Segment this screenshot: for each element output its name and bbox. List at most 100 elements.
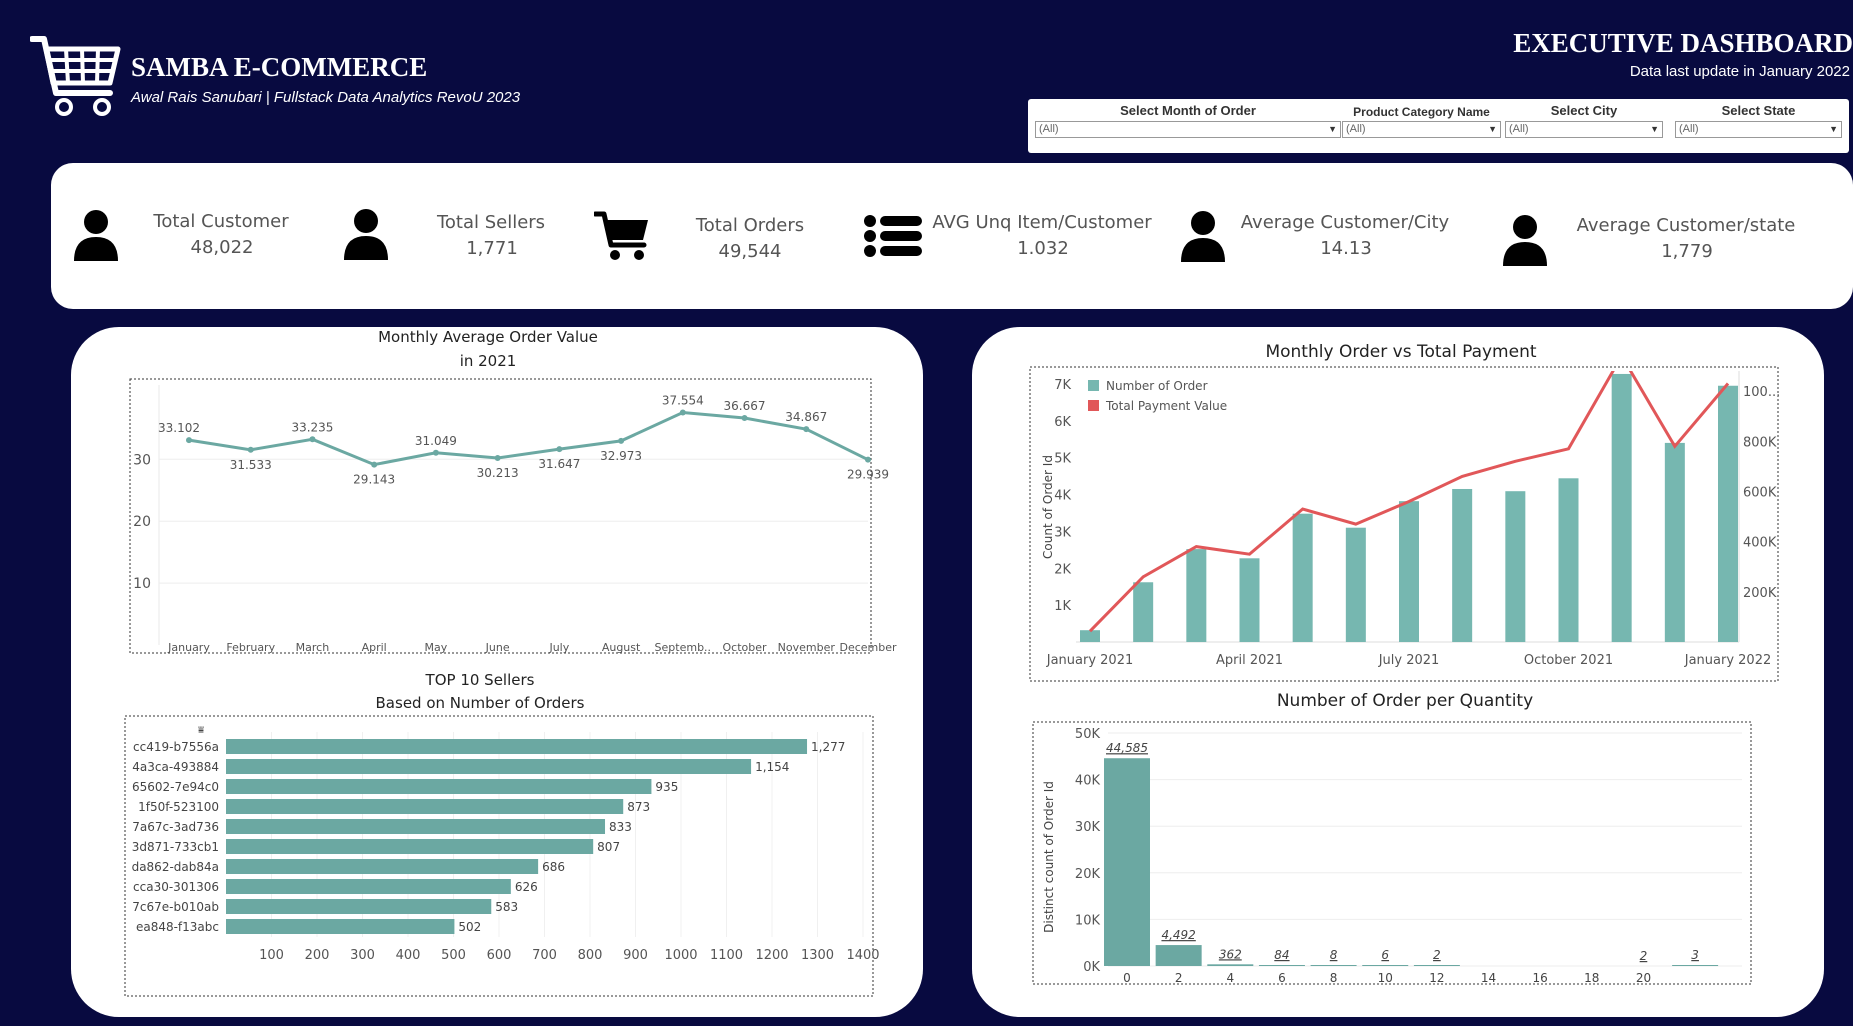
chevron-down-icon: ▼ <box>1328 124 1337 134</box>
filter-label: Select Month of Order <box>1120 103 1256 118</box>
kpi-panel: Total Customer 48,022 Total Sellers 1,77… <box>51 163 1853 309</box>
data-point <box>679 409 686 416</box>
category-select[interactable]: (All) ▼ <box>1342 121 1501 138</box>
x-tick-label: 2 <box>1175 971 1183 985</box>
data-label: 44,585 <box>1106 741 1148 755</box>
person-icon <box>1503 215 1547 266</box>
data-label: 807 <box>597 840 620 854</box>
bar <box>1505 491 1526 642</box>
x-tick-label: October <box>723 641 767 654</box>
x-tick-label: 0 <box>1123 971 1131 985</box>
brand-subtitle: Awal Rais Sanubari | Fullstack Data Anal… <box>131 89 521 106</box>
x-tick-label: 10 <box>1378 971 1393 985</box>
bar <box>1611 373 1632 642</box>
bar <box>226 859 539 874</box>
list-icon <box>864 215 922 257</box>
data-label: 36.667 <box>724 399 766 413</box>
filter-label: Select State <box>1721 103 1796 118</box>
data-point <box>432 449 439 456</box>
data-point <box>741 415 748 422</box>
bar <box>1664 442 1685 642</box>
y-tick-label: 20 <box>133 514 151 530</box>
chart-title: TOP 10 Sellers <box>425 671 535 689</box>
data-label: 626 <box>515 880 538 894</box>
data-label: 362 <box>1219 947 1242 961</box>
state-select[interactable]: (All) ▼ <box>1675 121 1842 138</box>
right-chart-panel: Monthly Order vs Total Payment 1K 2K 3K 4K 5K… <box>972 327 1824 1017</box>
left-charts-canvas: Monthly Average Order Value in 2021 10 20 30… <box>124 328 897 997</box>
x-tick-label: 400 <box>396 948 421 963</box>
data-label: 84 <box>1274 948 1289 962</box>
legend-swatch <box>1088 380 1099 391</box>
chevron-down-icon: ▼ <box>1488 124 1497 134</box>
data-label: 29.143 <box>353 473 395 487</box>
y-tick-label: 4K <box>1054 489 1071 504</box>
shopping-cart-icon <box>594 211 648 260</box>
bar <box>1133 582 1154 642</box>
x-tick-label: 8 <box>1330 971 1338 985</box>
data-label: 502 <box>458 920 481 934</box>
data-point <box>309 436 316 443</box>
y-tick-label: 0K <box>1083 960 1100 975</box>
x-tick-label: 500 <box>441 948 466 963</box>
x-tick-label: April <box>362 641 387 654</box>
data-label: 1,277 <box>811 740 845 754</box>
last-update-text: Data last update in January 2022 <box>1629 63 1850 80</box>
y-tick-label: 10K <box>1075 913 1101 928</box>
bar-category-label: 3d871-733cb1 <box>132 840 219 854</box>
data-label: 686 <box>542 860 565 874</box>
bar-category-label: 7c67e-b010ab <box>132 900 219 914</box>
data-label: 31.533 <box>230 458 272 472</box>
data-point <box>247 446 254 453</box>
select-value: (All) <box>1679 123 1699 135</box>
bar-category-label: cc419-b7556a <box>133 740 219 754</box>
shopping-cart-icon <box>29 36 121 116</box>
kpi-label-total-customer: Total Customer <box>153 211 289 232</box>
bar <box>1155 945 1202 966</box>
x-tick-label: December <box>839 641 897 654</box>
y-axis-title: Distinct count of Order Id <box>1042 781 1056 933</box>
data-label: 3 <box>1691 948 1699 962</box>
y-tick-label: 2K <box>1054 562 1071 577</box>
x-tick-label: February <box>226 641 275 654</box>
x-tick-label: 600 <box>487 948 512 963</box>
bar <box>226 839 594 854</box>
x-tick-label: 300 <box>350 948 375 963</box>
data-point <box>371 461 378 468</box>
legend-label: Number of Order <box>1106 379 1208 393</box>
data-label: 30.213 <box>477 466 519 480</box>
y2-tick-label: 200K <box>1743 586 1777 601</box>
bar <box>226 759 752 774</box>
sort-icon: ⩸ <box>198 725 204 736</box>
kpi-label-total-sellers: Total Sellers <box>436 212 546 233</box>
x-tick-label: January 2021 <box>1046 653 1134 668</box>
right-charts-canvas: Monthly Order vs Total Payment 1K 2K 3K 4K 5K… <box>1029 342 1780 985</box>
data-label: 2 <box>1640 949 1648 963</box>
kpi-label-avg-customer-city: Average Customer/City <box>1240 212 1450 233</box>
logo <box>29 35 122 117</box>
chart-title: Monthly Order vs Total Payment <box>1265 342 1536 362</box>
data-label: 33.235 <box>291 420 333 434</box>
select-value: (All) <box>1509 123 1529 135</box>
x-tick-label: 900 <box>623 948 648 963</box>
data-label: 4,492 <box>1161 928 1195 942</box>
x-tick-label: October 2021 <box>1524 653 1613 668</box>
person-icon <box>344 209 388 260</box>
kpi-value-avg-customer-state: 1,779 <box>1661 241 1713 262</box>
bar <box>1345 527 1366 642</box>
data-label: 833 <box>609 820 632 834</box>
city-select[interactable]: (All) ▼ <box>1505 121 1663 138</box>
month-select[interactable]: (All) ▼ <box>1035 121 1341 138</box>
y-tick-label: 7K <box>1054 378 1071 393</box>
chevron-down-icon: ▼ <box>1829 124 1838 134</box>
data-label: 32.973 <box>600 449 642 463</box>
x-tick-label: November <box>778 641 836 654</box>
y-tick-label: 1K <box>1054 599 1071 614</box>
kpi-value-total-orders: 49,544 <box>718 241 782 262</box>
x-tick-label: 1000 <box>664 948 697 963</box>
x-tick-label: 1200 <box>755 948 788 963</box>
y2-tick-label: 600K <box>1743 485 1777 500</box>
x-tick-label: 20 <box>1636 971 1651 985</box>
x-tick-label: August <box>602 641 641 654</box>
bar <box>226 739 808 754</box>
